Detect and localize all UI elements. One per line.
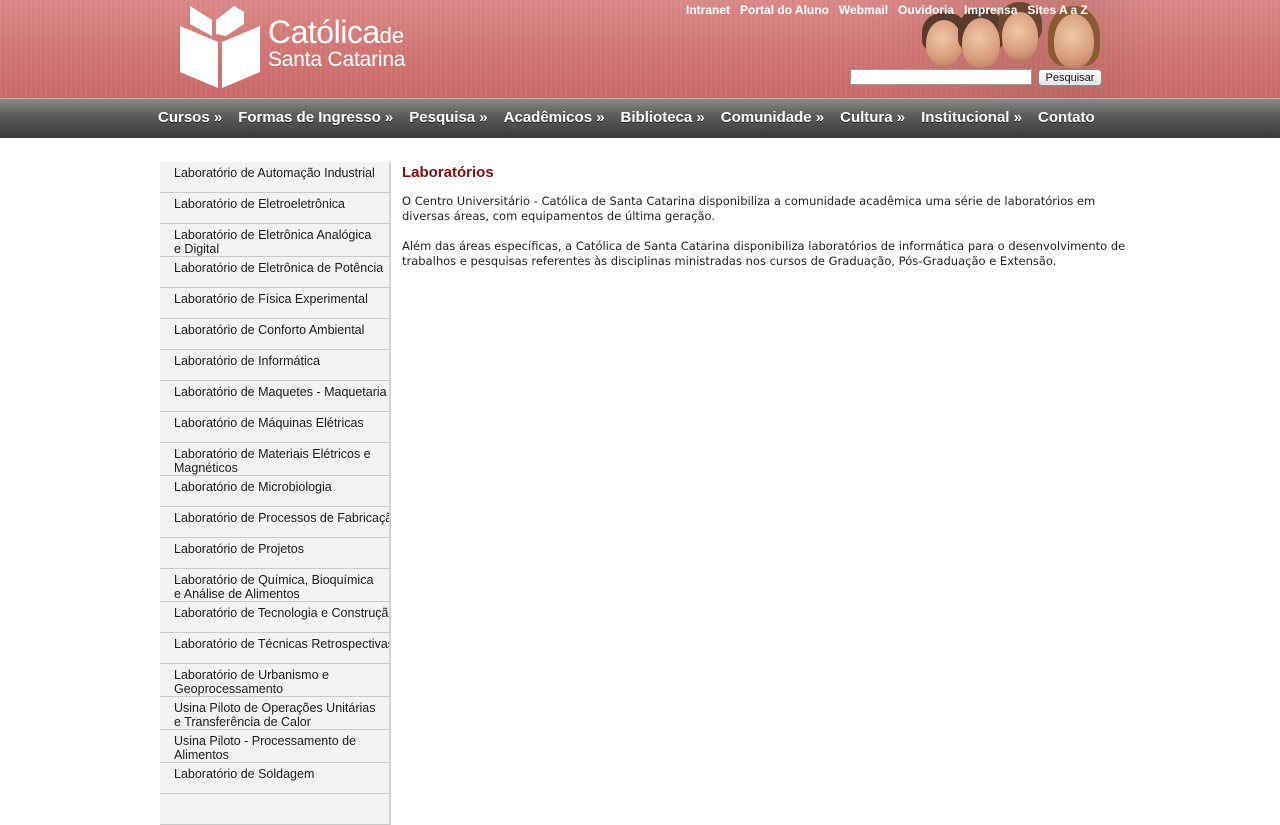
- sidebar-item-eletroeletronica[interactable]: Laboratório de Eletroeletrônica: [160, 193, 391, 224]
- link-intranet[interactable]: Intranet: [686, 3, 730, 17]
- intro-paragraph: O Centro Universitário - Católica de San…: [402, 194, 1096, 223]
- details-paragraph: Além das áreas específicas, a Católica d…: [402, 239, 1126, 268]
- sidebar-item-tecnicas-retrospectivas[interactable]: Laboratório de Técnicas Retrospectivas: [160, 633, 391, 664]
- nav-pesquisa[interactable]: Pesquisa »: [409, 109, 487, 126]
- catolica-logo-icon[interactable]: [178, 4, 262, 90]
- sidebar-item-processos-de-fabricacao[interactable]: Laboratório de Processos de Fabricação: [160, 507, 391, 538]
- main-nav: Cursos » Formas de Ingresso » Pesquisa »…: [0, 98, 1280, 138]
- sidebar-item-urbanismo-geoprocessamento[interactable]: Laboratório de Urbanismo e Geoprocessame…: [160, 664, 391, 697]
- brand-name: Católica: [268, 14, 380, 50]
- nav-contato[interactable]: Contato: [1038, 109, 1095, 126]
- page-title: Laboratórios: [402, 164, 494, 181]
- sidebar-item-usina-piloto-operacoes[interactable]: Usina Piloto de Operações Unitárias e Tr…: [160, 697, 391, 730]
- link-webmail[interactable]: Webmail: [839, 3, 888, 17]
- brand-subtitle: Santa Catarina: [268, 48, 406, 71]
- nav-institucional[interactable]: Institucional »: [921, 109, 1022, 126]
- sidebar-item-projetos[interactable]: Laboratório de Projetos: [160, 538, 391, 569]
- nav-academicos[interactable]: Acadêmicos »: [504, 109, 605, 126]
- brand-wordmark[interactable]: Católicade Santa Catarina: [268, 16, 405, 70]
- search-button[interactable]: Pesquisar: [1038, 69, 1102, 86]
- link-imprensa[interactable]: Imprensa: [964, 3, 1017, 17]
- sidebar-item-soldagem[interactable]: Laboratório de Soldagem: [160, 763, 391, 794]
- sidebar-item-tecnologia-e-construcao[interactable]: Laboratório de Tecnologia e Construção: [160, 602, 391, 633]
- main-content: Laboratórios O Centro Universitário - Ca…: [402, 164, 1132, 268]
- sidebar-item-maquinas-eletricas[interactable]: Laboratório de Máquinas Elétricas: [160, 412, 391, 443]
- nav-formas-de-ingresso[interactable]: Formas de Ingresso »: [238, 109, 393, 126]
- top-links: Intranet Portal do Aluno Webmail Ouvidor…: [686, 3, 1088, 17]
- brand-de: de: [379, 23, 405, 48]
- nav-cursos[interactable]: Cursos »: [158, 109, 222, 126]
- sidebar-item-eletronica-analogica-digital[interactable]: Laboratório de Eletrônica Analógica e Di…: [160, 224, 391, 257]
- sidebar-item-usina-piloto-alimentos[interactable]: Usina Piloto - Processamento de Alimento…: [160, 730, 391, 763]
- search-input[interactable]: [850, 69, 1032, 85]
- sidebar-item-conforto-ambiental[interactable]: Laboratório de Conforto Ambiental: [160, 319, 391, 350]
- sidebar-item-informatica[interactable]: Laboratório de Informática: [160, 350, 391, 381]
- sidebar-item-automacao-industrial[interactable]: Laboratório de Automação Industrial: [160, 162, 391, 193]
- nav-comunidade[interactable]: Comunidade »: [721, 109, 824, 126]
- sidebar-item-materiais-eletricos[interactable]: Laboratório de Materiais Elétricos e Mag…: [160, 443, 391, 476]
- sidebar-item-microbiologia[interactable]: Laboratório de Microbiologia: [160, 476, 391, 507]
- sidebar-menu: Laboratório de Automação Industrial Labo…: [160, 162, 391, 825]
- sidebar-item-fisica-experimental[interactable]: Laboratório de Física Experimental: [160, 288, 391, 319]
- nav-biblioteca[interactable]: Biblioteca »: [621, 109, 705, 126]
- link-sites-a-a-z[interactable]: Sites A a Z: [1027, 3, 1087, 17]
- site-header: Católicade Santa Catarina Intranet Porta…: [0, 0, 1280, 98]
- sidebar-item-eletronica-de-potencia[interactable]: Laboratório de Eletrônica de Potência: [160, 257, 391, 288]
- sidebar-item-quimica-bioquimica[interactable]: Laboratório de Química, Bioquímica e Aná…: [160, 569, 391, 602]
- sidebar-item-maquetes[interactable]: Laboratório de Maquetes - Maquetaria: [160, 381, 391, 412]
- sidebar-item-next[interactable]: [160, 794, 391, 825]
- link-ouvidoria[interactable]: Ouvidoria: [898, 3, 954, 17]
- nav-cultura[interactable]: Cultura »: [840, 109, 905, 126]
- link-portal-do-aluno[interactable]: Portal do Aluno: [740, 3, 829, 17]
